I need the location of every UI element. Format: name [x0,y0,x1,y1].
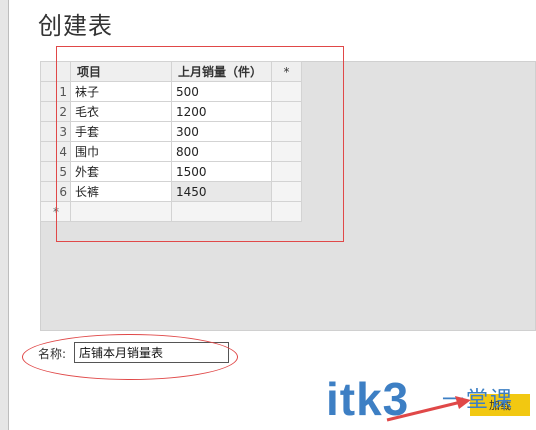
cell-item[interactable]: 外套 [70,161,172,182]
cell-empty[interactable] [271,101,302,122]
new-row-marker: * [40,201,71,222]
row-number: 6 [40,181,71,202]
dialog-title: 创建表 [38,12,113,40]
cell-sales[interactable]: 500 [171,81,272,102]
window-left-edge [0,0,9,430]
cell-sales[interactable]: 1200 [171,101,272,122]
column-header-item[interactable]: 项目 [70,61,172,82]
name-input[interactable] [74,342,229,363]
cell-sales[interactable]: 1450 [171,181,272,202]
name-label: 名称: [38,347,67,361]
cell-empty[interactable] [271,141,302,162]
cell-item[interactable]: 手套 [70,121,172,142]
row-number: 3 [40,121,71,142]
watermark-logo: itk3 [326,373,410,425]
cell-empty[interactable] [271,161,302,182]
cell-item[interactable]: 毛衣 [70,101,172,122]
cell-item[interactable]: 围巾 [70,141,172,162]
cell-empty[interactable] [271,201,302,222]
cell-item[interactable]: 袜子 [70,81,172,102]
cell-empty[interactable] [271,121,302,142]
row-number: 1 [40,81,71,102]
row-number: 2 [40,101,71,122]
cell-empty[interactable] [70,201,172,222]
watermark-chinese: 一堂课 [442,388,515,413]
table-row: 4 围巾 800 [40,141,302,162]
cell-sales[interactable]: 1500 [171,161,272,182]
table-row: 6 长裤 1450 [40,181,302,202]
new-row[interactable]: * [40,201,302,222]
cell-item[interactable]: 长裤 [70,181,172,202]
cell-sales[interactable]: 800 [171,141,272,162]
row-number: 5 [40,161,71,182]
data-grid: 项目 上月销量（件） * 1 袜子 500 2 毛衣 1200 3 手套 300… [40,61,302,222]
header-row: 项目 上月销量（件） * [40,61,302,82]
cell-empty[interactable] [271,181,302,202]
cell-empty[interactable] [171,201,272,222]
add-column-header[interactable]: * [271,61,302,82]
table-row: 1 袜子 500 [40,81,302,102]
corner-cell [40,61,71,82]
cell-sales[interactable]: 300 [171,121,272,142]
table-row: 5 外套 1500 [40,161,302,182]
column-header-sales[interactable]: 上月销量（件） [171,61,272,82]
cell-empty[interactable] [271,81,302,102]
row-number: 4 [40,141,71,162]
table-row: 2 毛衣 1200 [40,101,302,122]
table-row: 3 手套 300 [40,121,302,142]
